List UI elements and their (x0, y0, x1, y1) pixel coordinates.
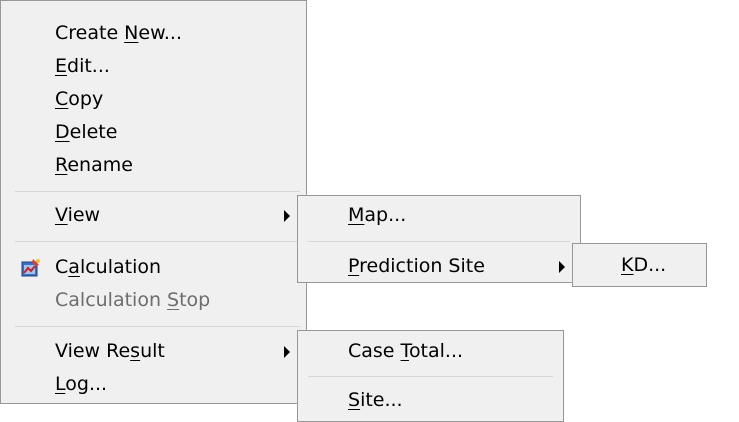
menu-separator (15, 326, 300, 327)
submenu-arrow-icon (284, 346, 290, 358)
menu-item-edit[interactable]: Edit... (1, 50, 306, 83)
menu-item-label: Create New... (55, 22, 182, 44)
menu-item-prediction-site[interactable]: Prediction Site (298, 250, 580, 283)
menu-item-label: Case Total... (348, 340, 464, 362)
menu-item-site[interactable]: Site... (298, 384, 563, 417)
menu-item-label: Calculation (55, 256, 162, 278)
menu-item-case-total[interactable]: Case Total... (298, 335, 563, 368)
menu-item-label: KD... (621, 254, 667, 276)
menu-item-label: Delete (55, 121, 118, 143)
menu-item-label: Copy (55, 88, 104, 110)
view-submenu: Map... Prediction Site (297, 195, 581, 283)
menu-item-calculation-stop: Calculation Stop (1, 284, 306, 317)
menu-item-label: Calculation Stop (55, 289, 211, 311)
menu-separator (15, 191, 300, 192)
menu-item-rename[interactable]: Rename (1, 149, 306, 182)
submenu-arrow-icon (284, 210, 290, 222)
menu-item-label: Prediction Site (348, 255, 485, 277)
prediction-site-submenu: KD... (572, 243, 707, 287)
submenu-arrow-icon (559, 261, 565, 273)
menu-item-log[interactable]: Log... (1, 368, 306, 401)
menu-item-label: Log... (55, 373, 108, 395)
menu-separator (15, 241, 300, 242)
menu-item-label: Site... (348, 389, 403, 411)
menu-item-view[interactable]: View (1, 199, 306, 232)
menu-item-label: Rename (55, 154, 133, 176)
context-menu: Create New... Edit... Copy Delete Rename… (0, 0, 307, 404)
menu-item-label: Map... (348, 204, 407, 226)
menu-item-kd[interactable]: KD... (573, 249, 706, 282)
menu-item-calculation[interactable]: Calculation (1, 251, 306, 284)
menu-separator (308, 241, 570, 242)
menu-item-label: View (55, 204, 101, 226)
menu-item-label: View Result (55, 340, 165, 362)
calculation-icon (21, 259, 40, 277)
view-result-submenu: Case Total... Site... (297, 330, 564, 422)
menu-item-delete[interactable]: Delete (1, 116, 306, 149)
menu-item-view-result[interactable]: View Result (1, 335, 306, 368)
menu-separator (308, 376, 553, 377)
menu-item-label: Edit... (55, 55, 110, 77)
menu-item-copy[interactable]: Copy (1, 83, 306, 116)
menu-item-create-new[interactable]: Create New... (1, 17, 306, 50)
menu-item-map[interactable]: Map... (298, 199, 580, 232)
